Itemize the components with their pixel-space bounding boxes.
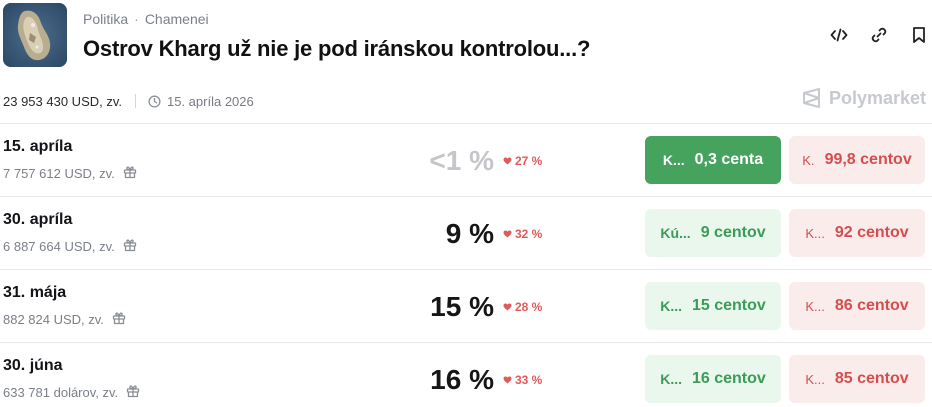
buy-yes-price: 16 centov [691, 370, 766, 387]
market-volume-line: 882 824 USD, zv. [3, 311, 126, 328]
market-date: 30. júna [3, 357, 63, 374]
buy-no-label: K... [805, 225, 825, 241]
probability-change: 27 % [503, 154, 542, 168]
heart-down-icon [503, 154, 512, 168]
heart-down-icon [503, 300, 512, 314]
probability-change: 32 % [503, 227, 542, 241]
heart-down-icon [503, 227, 512, 241]
probability-change: 28 % [503, 300, 542, 314]
market-probability: <1 % [429, 145, 494, 176]
market-date: 15. apríla [3, 138, 73, 155]
market-date: 31. mája [3, 284, 67, 301]
market-date: 30. apríla [3, 211, 73, 228]
buy-yes-label: K... [660, 371, 682, 387]
market-volume: 633 781 dolárov, zv. [3, 385, 119, 400]
bookmark-icon [913, 27, 925, 43]
buy-no-price: 92 centov [834, 224, 909, 241]
buy-yes-label: Kú... [660, 225, 691, 241]
market-volume-line: 6 887 664 USD, zv. [3, 238, 137, 255]
buy-no-label: K. [802, 152, 815, 168]
buy-no-button[interactable]: K... 92 centov [789, 209, 925, 257]
embed-button[interactable] [826, 22, 852, 48]
market-meta: 23 953 430 USD, zv. 15. apríla 2026 [3, 92, 254, 110]
meta-divider [135, 94, 136, 108]
buy-yes-price: 9 centov [700, 224, 766, 241]
buy-yes-price: 0,3 centa [694, 151, 764, 168]
header-actions [826, 22, 932, 48]
change-value: 32 % [515, 227, 543, 241]
market-thumbnail [3, 3, 67, 67]
copy-link-button[interactable] [866, 22, 892, 48]
bookmark-button[interactable] [906, 22, 932, 48]
market-volume: 6 887 664 USD, zv. [3, 239, 115, 254]
code-embed-icon [830, 28, 848, 42]
buy-yes-button[interactable]: Kú... 9 centov [645, 209, 781, 257]
market-list: 15. apríla 7 757 612 USD, zv. <1 % 27 % K...… [0, 123, 932, 407]
market-row[interactable]: 30. júna 633 781 dolárov, zv. 16 % 33 % K...… [0, 342, 932, 407]
change-value: 33 % [515, 373, 543, 387]
change-value: 27 % [515, 154, 543, 168]
market-row[interactable]: 31. mája 882 824 USD, zv. 15 % 28 % K... 15 c… [0, 269, 932, 342]
market-header: Politika · Chamenei Ostrov Kharg už nie … [0, 0, 932, 80]
buy-no-button[interactable]: K. 99,8 centov [789, 136, 925, 184]
link-icon [871, 27, 887, 43]
polymarket-logo: Polymarket [801, 87, 926, 109]
heart-down-icon [503, 373, 512, 387]
buy-yes-button[interactable]: K... 16 centov [645, 355, 781, 403]
buy-yes-label: K... [662, 152, 685, 168]
buy-no-price: 99,8 centov [824, 151, 912, 168]
clock-icon [148, 94, 161, 108]
buy-no-button[interactable]: K... 86 centov [789, 282, 925, 330]
buy-no-price: 85 centov [834, 370, 909, 387]
gift-icon[interactable] [123, 238, 137, 255]
buy-no-label: K... [805, 371, 825, 387]
buy-yes-label: K... [660, 298, 682, 314]
page-title: Ostrov Kharg už nie je pod iránskou kont… [83, 36, 591, 61]
market-probability: 16 % [430, 364, 494, 395]
market-row[interactable]: 30. apríla 6 887 664 USD, zv. 9 % 32 % Kú...… [0, 196, 932, 269]
buy-no-label: K... [805, 298, 825, 314]
market-volume: 7 757 612 USD, zv. [3, 166, 115, 181]
probability-change: 33 % [503, 373, 542, 387]
breadcrumb-category[interactable]: Politika [83, 11, 128, 27]
polymarket-logo-icon [802, 88, 820, 108]
buy-no-button[interactable]: K... 85 centov [789, 355, 925, 403]
market-row[interactable]: 15. apríla 7 757 612 USD, zv. <1 % 27 % K...… [0, 123, 932, 196]
market-volume: 882 824 USD, zv. [3, 312, 104, 327]
buy-yes-button[interactable]: K... 0,3 centa [645, 136, 781, 184]
change-value: 28 % [515, 300, 543, 314]
brand-name: Polymarket [828, 87, 926, 108]
total-volume: 23 953 430 USD, zv. [3, 93, 122, 109]
breadcrumb: Politika · Chamenei [83, 11, 209, 27]
gift-icon[interactable] [112, 311, 126, 328]
market-probability: 15 % [430, 291, 494, 322]
buy-no-price: 86 centov [834, 297, 909, 314]
end-date-text: 15. apríla 2026 [167, 93, 254, 109]
gift-icon[interactable] [126, 384, 140, 401]
breadcrumb-subcategory[interactable]: Chamenei [145, 11, 209, 27]
market-volume-line: 633 781 dolárov, zv. [3, 384, 140, 401]
end-date: 15. apríla 2026 [148, 94, 254, 109]
buy-yes-price: 15 centov [691, 297, 766, 314]
gift-icon[interactable] [123, 165, 137, 182]
market-volume-line: 7 757 612 USD, zv. [3, 165, 137, 182]
market-probability: 9 % [445, 218, 494, 249]
buy-yes-button[interactable]: K... 15 centov [645, 282, 781, 330]
breadcrumb-separator: · [134, 11, 139, 27]
